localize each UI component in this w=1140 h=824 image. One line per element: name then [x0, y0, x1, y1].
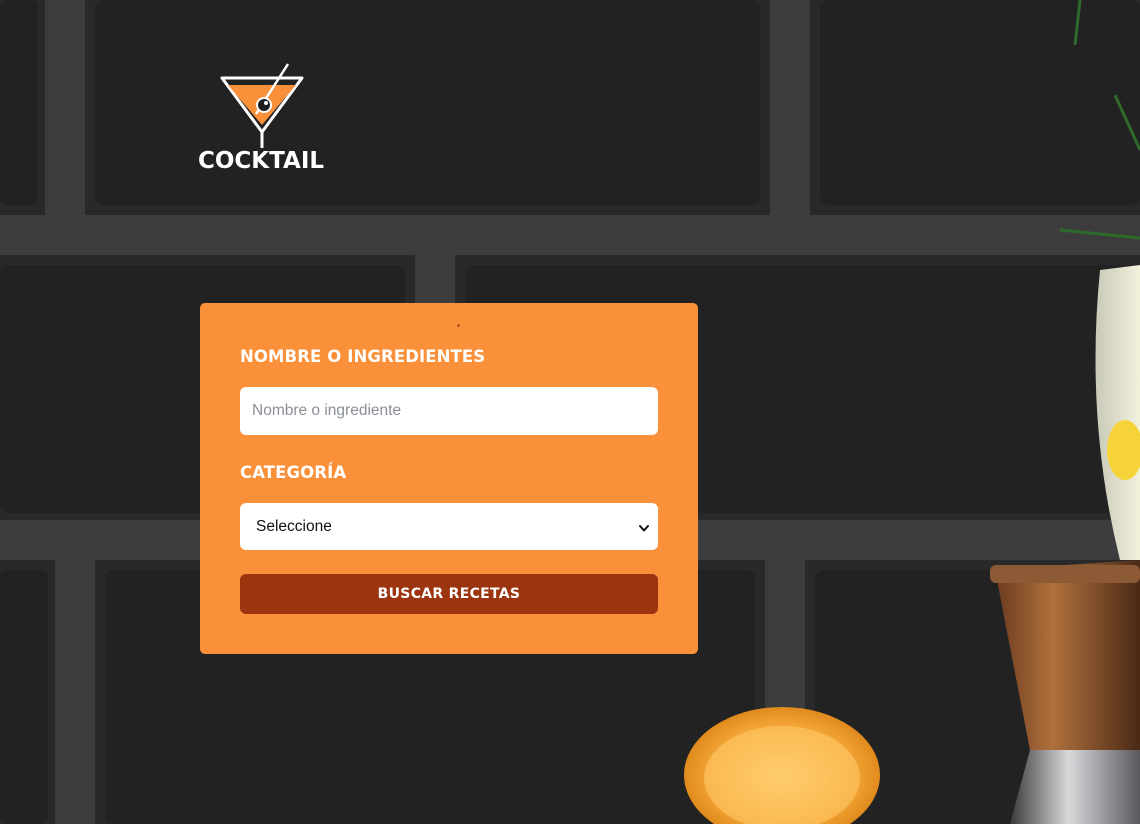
decorative-dot [457, 324, 460, 327]
brand-logo[interactable]: COCKTAIL [198, 60, 330, 180]
page: COCKTAIL NOMBRE O INGREDIENTES CATEGORÍA… [0, 0, 1140, 824]
category-selected-value: Seleccione [256, 517, 332, 535]
name-field-label: NOMBRE O INGREDIENTES [240, 347, 486, 366]
name-or-ingredient-input[interactable] [240, 387, 658, 435]
category-select[interactable]: Seleccione [240, 503, 658, 550]
search-recipes-button[interactable]: BUSCAR RECETAS [240, 574, 658, 614]
brand-name: COCKTAIL [198, 148, 325, 174]
search-form: NOMBRE O INGREDIENTES CATEGORÍA Seleccio… [200, 303, 698, 654]
chevron-down-icon [638, 521, 650, 533]
cocktail-glass-icon [218, 62, 306, 150]
category-field-label: CATEGORÍA [240, 463, 347, 482]
